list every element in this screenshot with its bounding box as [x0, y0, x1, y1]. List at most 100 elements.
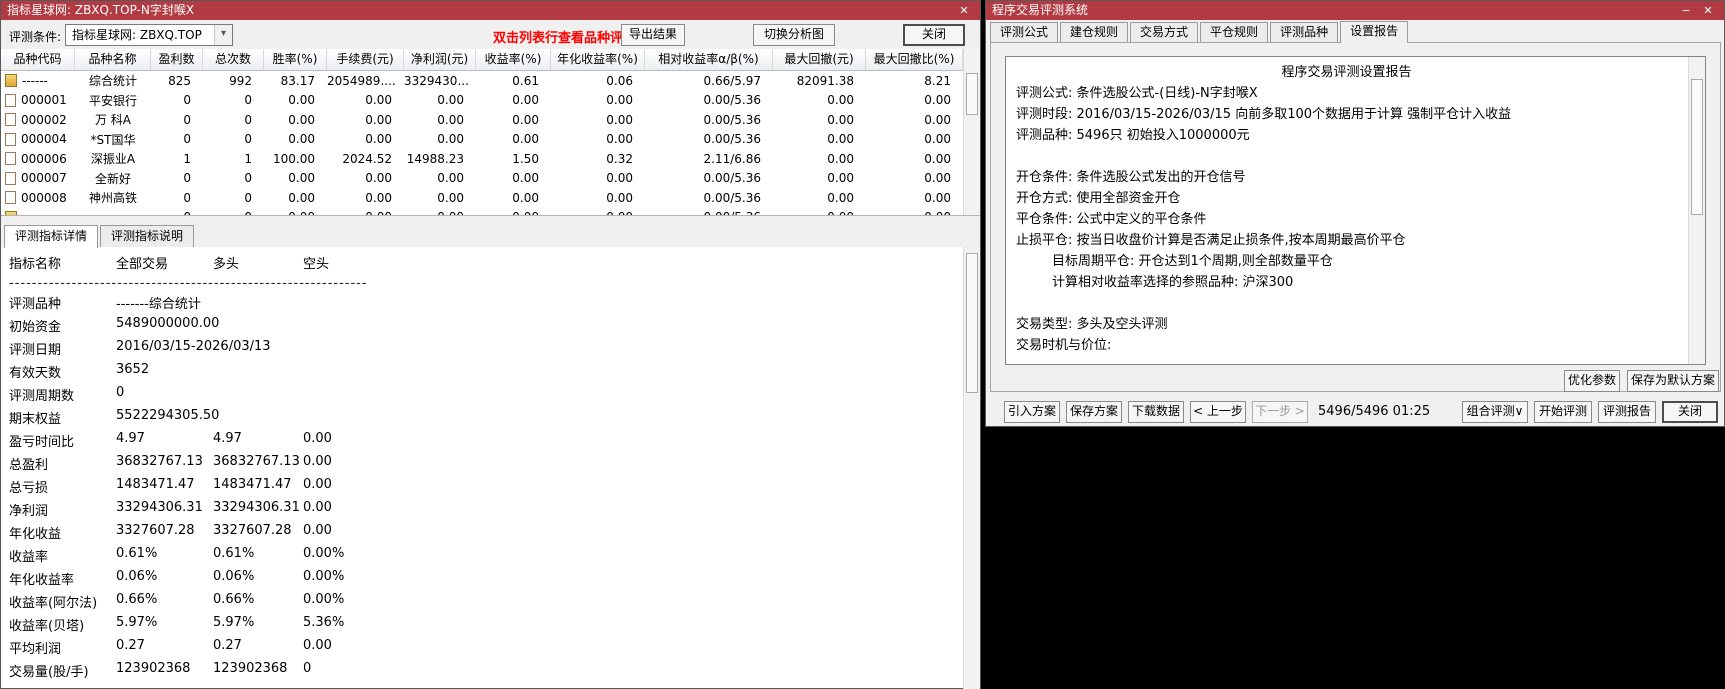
- detail-row: 收益率(贝塔) 5.97% 5.97% 5.36%: [1, 615, 946, 634]
- detail-label: 收益率(阿尔法): [9, 596, 98, 611]
- stock-code: 000007: [21, 171, 67, 186]
- table-cell: 1: [183, 151, 191, 166]
- switch-analysis-chart-button[interactable]: 切换分析图: [753, 24, 835, 46]
- main-tab[interactable]: 设置报告: [1340, 21, 1409, 43]
- report-line: 评测时段: 2016/03/15-2026/03/15 向前多取100个数据用于…: [1016, 107, 1512, 122]
- table-row[interactable]: 000002 万 科A 0 0 0.00 0.00 0.00 0.00 0.00 0.00/5.3…: [1, 110, 963, 130]
- scrollbar-thumb[interactable]: [966, 253, 978, 393]
- detail-value: 0.66%: [116, 592, 158, 607]
- scrollbar-thumb[interactable]: [966, 73, 978, 115]
- detail-value: 0.61%: [213, 546, 255, 561]
- column-header[interactable]: 净利润(元): [404, 49, 476, 71]
- stock-name: 万 科A: [94, 113, 132, 128]
- detail-value: 0.00: [303, 523, 332, 538]
- close-button[interactable]: 关闭: [903, 24, 965, 46]
- column-header[interactable]: 相对收益率α/β(%): [645, 49, 773, 71]
- column-header[interactable]: 盈利数: [151, 49, 203, 71]
- results-table-header: 品种代码 品种名称 盈利数 总次数 胜率(%) 手续费(元) 净利润(元) 收益率(%) 年化收…: [1, 49, 963, 71]
- report-line: [1006, 146, 1687, 167]
- table-cell: 0.00: [924, 151, 951, 166]
- detail-value: 0.00%: [303, 569, 345, 584]
- table-row[interactable]: 000007 全新好 0 0 0.00 0.00 0.00 0.00 0.00 0.00/5.36…: [1, 168, 963, 188]
- row-checkbox-icon[interactable]: [5, 152, 16, 166]
- code-cell: ------: [1, 74, 75, 88]
- row-checkbox-icon[interactable]: [5, 113, 16, 127]
- right-titlebar[interactable]: 程序交易评测系统 − ✕: [986, 1, 1724, 20]
- row-checkbox-icon[interactable]: [5, 191, 16, 205]
- table-cell: 0.00: [827, 112, 854, 127]
- condition-combobox[interactable]: 指标星球网: ZBXQ.TOP ▾: [65, 24, 233, 46]
- chevron-down-icon[interactable]: ▾: [214, 25, 232, 45]
- column-header[interactable]: 胜率(%): [264, 49, 327, 71]
- table-row[interactable]: ------ 综合统计 825 992 83.17 2054989.... 3329430.…: [1, 71, 963, 91]
- column-header[interactable]: 最大回撤比(%): [866, 49, 963, 71]
- download-data-button[interactable]: 下载数据: [1128, 401, 1184, 423]
- close-icon[interactable]: ✕: [956, 1, 972, 20]
- main-tab[interactable]: 平仓规则: [1200, 22, 1269, 42]
- table-row[interactable]: 000008 神州高铁 0 0 0.00 0.00 0.00 0.00 0.00 0.00/5.3…: [1, 188, 963, 208]
- table-row[interactable]: 000004 *ST国华 0 0 0.00 0.00 0.00 0.00 0.00 0.00/5.…: [1, 129, 963, 149]
- optimize-params-button[interactable]: 优化参数: [1564, 370, 1620, 392]
- detail-value: 1483471.47: [116, 477, 195, 492]
- left-titlebar[interactable]: 指标星球网: ZBXQ.TOP-N字封喉X ✕: [1, 1, 980, 20]
- save-as-default-button[interactable]: 保存为默认方案: [1627, 370, 1719, 392]
- detail-tab[interactable]: 评测指标说明: [100, 225, 195, 247]
- detail-row: 年化收益率 0.06% 0.06% 0.00%: [1, 569, 946, 588]
- close-button[interactable]: 关闭: [1662, 401, 1718, 423]
- table-cell: 0.00: [827, 93, 854, 108]
- detail-scrollbar[interactable]: [963, 247, 980, 689]
- table-cell: 0.00/5.36: [703, 93, 761, 108]
- column-header[interactable]: 品种名称: [75, 49, 151, 71]
- column-header[interactable]: 收益率(%): [476, 49, 551, 71]
- import-plan-button[interactable]: 引入方案: [1004, 401, 1060, 423]
- column-header[interactable]: 总次数: [203, 49, 264, 71]
- column-header[interactable]: 年化收益率(%): [551, 49, 645, 71]
- main-tab[interactable]: 交易方式: [1130, 22, 1199, 42]
- table-cell: 0: [183, 132, 191, 147]
- detail-value: 4.97: [213, 431, 242, 446]
- table-cell: 0: [244, 171, 252, 186]
- detail-tab[interactable]: 评测指标详情: [4, 225, 99, 248]
- detail-label: 净利润: [9, 504, 49, 519]
- stock-name: *ST国华: [90, 132, 136, 147]
- column-header[interactable]: 手续费(元): [327, 49, 404, 71]
- table-cell: 0: [244, 112, 252, 127]
- table-cell: 3329430...: [404, 73, 469, 88]
- report-scrollbar[interactable]: [1688, 57, 1705, 364]
- indicator-detail-panel: 指标名称 全部交易 多头 空头 ---------------------------…: [1, 247, 963, 688]
- table-row[interactable]: 000006 深振业A 1 1 100.00 2024.52 14988.23 1.50 0.3…: [1, 149, 963, 169]
- detail-value: -------综合统计: [116, 297, 201, 312]
- detail-value: 0.27: [116, 638, 145, 653]
- detail-value: 4.97: [116, 431, 145, 446]
- combo-backtest-button[interactable]: 组合评测∨: [1462, 401, 1528, 423]
- backtest-report-button[interactable]: 评测报告: [1598, 401, 1656, 423]
- main-tab[interactable]: 建仓规则: [1060, 22, 1129, 42]
- prev-step-button[interactable]: < 上一步: [1190, 401, 1246, 423]
- right-window-title: 程序交易评测系统: [992, 3, 1089, 17]
- detail-label: 评测品种: [9, 297, 62, 312]
- code-cell: 000008: [1, 191, 75, 205]
- export-results-button[interactable]: 导出结果: [621, 24, 685, 46]
- row-checkbox-icon[interactable]: [5, 93, 16, 107]
- detail-header-row: 指标名称 全部交易 多头 空头: [1, 253, 946, 272]
- minimize-icon[interactable]: −: [1678, 1, 1694, 20]
- table-cell: 0.00/5.36: [703, 171, 761, 186]
- table-row[interactable]: 000.000.000.000.000.000.00/5.360.000.00: [1, 207, 963, 215]
- detail-value: 33294306.31: [213, 500, 300, 515]
- table-row[interactable]: 000001 平安银行 0 0 0.00 0.00 0.00 0.00 0.00 0.00/5.3…: [1, 90, 963, 110]
- detail-label: 盈亏时间比: [9, 435, 75, 450]
- scrollbar-thumb[interactable]: [1691, 79, 1703, 215]
- column-header[interactable]: 品种代码: [1, 49, 75, 71]
- main-tab[interactable]: 评测公式: [990, 22, 1059, 42]
- detail-value: 0.00: [303, 500, 332, 515]
- detail-label: 年化收益率: [9, 573, 75, 588]
- start-backtest-button[interactable]: 开始评测: [1534, 401, 1592, 423]
- row-checkbox-icon[interactable]: [5, 171, 16, 185]
- column-header[interactable]: 最大回撤(元): [773, 49, 866, 71]
- table-cell: 0.00: [606, 132, 633, 147]
- save-plan-button[interactable]: 保存方案: [1066, 401, 1122, 423]
- row-checkbox-icon[interactable]: [5, 132, 16, 146]
- close-icon[interactable]: ✕: [1700, 1, 1716, 20]
- main-tab[interactable]: 评测品种: [1270, 22, 1339, 42]
- table-scrollbar[interactable]: [963, 49, 980, 215]
